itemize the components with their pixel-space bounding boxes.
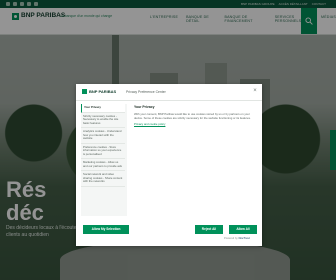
modal-header: BNP PARIBAS Privacy Preference Center × (76, 84, 262, 101)
allow-selection-button[interactable]: Allow My Selection (83, 225, 129, 234)
modal-title: Privacy Preference Center (126, 89, 166, 94)
content-body: With your consent, BNP Paribas would lik… (134, 112, 251, 120)
tab-analytics[interactable]: Analytics cookies - Understand how you i… (81, 128, 125, 144)
privacy-preference-modal: BNP PARIBAS Privacy Preference Center × … (76, 84, 262, 246)
allow-all-button[interactable]: Allow All (229, 225, 257, 234)
powered-by-label: Powered by (224, 237, 238, 240)
tab-your-privacy[interactable]: Your Privacy (81, 104, 125, 113)
content-heading: Your Privacy (134, 105, 155, 109)
modal-brand: BNP PARIBAS (89, 89, 117, 94)
tab-marketing[interactable]: Marketing cookies - Allow us and our par… (81, 159, 125, 171)
powered-by: Powered by OneTrust (224, 237, 250, 240)
tab-strictly-necessary[interactable]: Strictly necessary cookies - Necessary t… (81, 113, 125, 128)
tab-preference[interactable]: Preference cookies - Store information s… (81, 144, 125, 159)
tab-social-video[interactable]: Social network and video sharing cookies… (81, 171, 125, 187)
preference-content: Your Privacy With your consent, BNP Pari… (134, 104, 256, 216)
preference-tabs: Your Privacy Strictly necessary cookies … (81, 104, 127, 216)
close-icon[interactable]: × (252, 88, 258, 94)
onetrust-logo[interactable]: OneTrust (238, 237, 249, 240)
modal-logo-icon (82, 89, 87, 94)
reject-all-button[interactable]: Reject All (195, 225, 223, 234)
cookie-policy-link[interactable]: Privacy and cookie policy (134, 122, 256, 126)
